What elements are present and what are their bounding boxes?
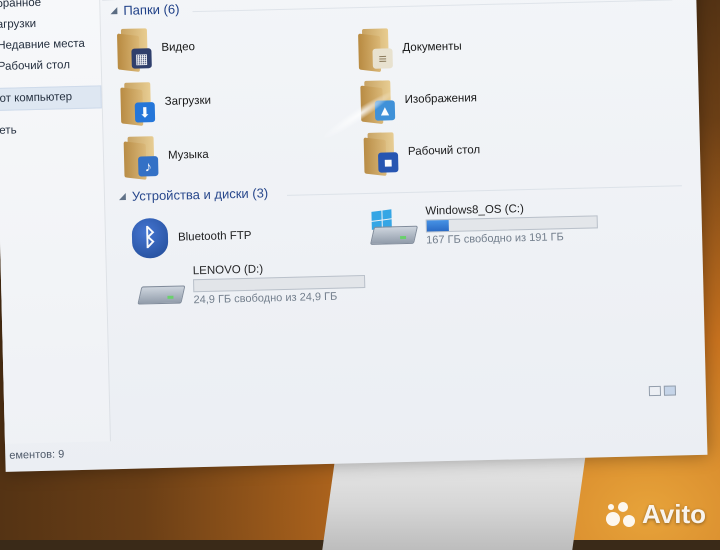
music-folder-icon: ♪	[124, 136, 159, 177]
desktop-folder-icon: ■	[364, 132, 399, 173]
sidebar-item-downloads[interactable]: агрузки	[0, 12, 100, 36]
devices-group-header[interactable]: ◢ Устройства и диски (3)	[119, 185, 269, 204]
folder-item-video[interactable]: ▦ Видео	[117, 27, 196, 69]
folder-label: Музыка	[168, 149, 209, 162]
drive-item-d[interactable]: LENOVO (D:) 24,9 ГБ свободно из 24,9 ГБ	[137, 261, 366, 308]
folder-item-downloads[interactable]: ⬇ Загрузки	[120, 81, 211, 123]
downloads-folder-icon: ⬇	[120, 82, 155, 123]
folder-item-documents[interactable]: ≡ Документы	[358, 27, 462, 70]
navigation-pane: бранное агрузки Недавние места Рабочий с…	[0, 0, 111, 444]
collapse-chevron-icon[interactable]: ◢	[119, 191, 126, 202]
folders-group-header[interactable]: ◢ Папки (6)	[110, 1, 179, 18]
folder-item-music[interactable]: ♪ Музыка	[124, 135, 210, 177]
group-divider	[192, 0, 672, 12]
folder-label: Загрузки	[165, 95, 212, 108]
folder-item-desktop[interactable]: ■ Рабочий стол	[364, 130, 481, 173]
folder-item-pictures[interactable]: ▲ Изображения	[360, 78, 477, 121]
view-toggle	[649, 385, 676, 396]
tiles-view-icon[interactable]	[664, 385, 676, 395]
explorer-window: бранное агрузки Недавние места Рабочий с…	[0, 0, 707, 472]
folder-label: Изображения	[405, 92, 478, 106]
content-pane: ◢ Папки (6) ▦ Видео ≡ Документы ⬇ Загруз…	[102, 0, 698, 441]
device-item-bluetooth-ftp[interactable]: ᛒ Bluetooth FTP	[132, 216, 252, 259]
system-drive-icon	[369, 209, 416, 244]
drive-free-space: 167 ГБ свободно из 191 ГБ	[426, 230, 598, 246]
documents-folder-icon: ≡	[358, 28, 393, 69]
sidebar-item-desktop[interactable]: Рабочий стол	[0, 54, 101, 78]
drive-free-space: 24,9 ГБ свободно из 24,9 ГБ	[193, 290, 365, 306]
device-label: Bluetooth FTP	[178, 230, 252, 244]
folder-label: Рабочий стол	[408, 144, 480, 158]
group-divider	[287, 185, 682, 196]
drive-icon	[137, 269, 184, 304]
drive-item-c[interactable]: Windows8_OS (C:) 167 ГБ свободно из 191 …	[369, 201, 598, 248]
video-folder-icon: ▦	[117, 28, 152, 69]
drive-usage-fill	[427, 220, 449, 232]
bluetooth-icon: ᛒ	[132, 218, 169, 259]
details-view-icon[interactable]	[649, 386, 661, 396]
pictures-folder-icon: ▲	[360, 80, 395, 121]
sidebar-item-recent-places[interactable]: Недавние места	[0, 33, 101, 57]
devices-group-title: Устройства и диски (3)	[132, 185, 269, 203]
avito-watermark: Avito	[606, 499, 706, 530]
watermark-text: Avito	[642, 499, 706, 530]
sidebar-item-network[interactable]: еть	[0, 118, 103, 142]
avito-logo-icon	[606, 502, 636, 528]
item-count: ементов: 9	[9, 448, 64, 461]
folders-group-title: Папки (6)	[123, 1, 179, 17]
collapse-chevron-icon[interactable]: ◢	[110, 5, 117, 16]
sidebar-item-this-pc[interactable]: от компьютер	[0, 85, 102, 111]
folder-label: Видео	[161, 41, 195, 54]
folder-label: Документы	[402, 41, 462, 54]
